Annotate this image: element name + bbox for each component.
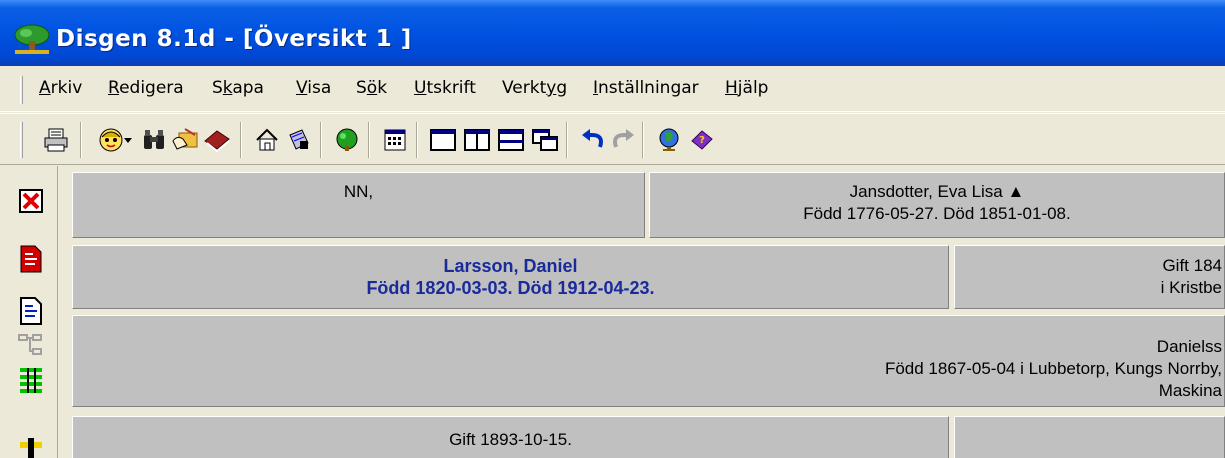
disgen-tree-icon xyxy=(14,24,50,54)
person-box-mother-of-father[interactable]: Jansdotter, Eva Lisa ▲ Född 1776-05-27. … xyxy=(649,172,1225,238)
calendar-icon[interactable] xyxy=(380,125,410,155)
book-icon[interactable] xyxy=(202,125,232,155)
toolbar-separator xyxy=(566,122,568,158)
hand-folder-icon[interactable] xyxy=(170,125,200,155)
two-column-icon[interactable] xyxy=(462,125,492,155)
marriage-box-child[interactable]: Gift 1893-10-15. xyxy=(72,416,949,458)
binoculars-icon[interactable] xyxy=(139,125,169,155)
window-title: Disgen 8.1d - [Översikt 1 ] xyxy=(56,26,412,52)
yellow-cross-icon[interactable] xyxy=(16,434,46,458)
toolbar-separator xyxy=(240,122,242,158)
toolbar-separator xyxy=(416,122,418,158)
two-row-icon[interactable] xyxy=(496,125,526,155)
menu-utskrift[interactable]: Utskrift xyxy=(414,78,476,98)
person-dates: Född 1776-05-27. Död 1851-01-08. xyxy=(803,204,1071,223)
person-birth: Född 1867-05-04 i Lubbetorp, Kungs Norrb… xyxy=(884,359,1222,378)
green-tree-icon[interactable] xyxy=(332,125,362,155)
menu-arkiv[interactable]: Arkiv xyxy=(39,78,82,98)
person-occupation: Maskina xyxy=(1158,381,1222,400)
person-name: Danielss xyxy=(1156,337,1222,356)
left-toolbar xyxy=(0,166,58,458)
person-box-child[interactable]: Danielss Född 1867-05-04 i Lubbetorp, Ku… xyxy=(72,315,1225,407)
person-name: Larsson, Daniel xyxy=(443,256,578,276)
marriage-date: Gift 1893-10-15. xyxy=(449,430,572,449)
toolbar-separator xyxy=(320,122,322,158)
menu-visa[interactable]: Visa xyxy=(296,78,331,98)
menu-grip[interactable] xyxy=(20,76,23,104)
home-icon[interactable] xyxy=(252,125,282,155)
menu-sok[interactable]: Sök xyxy=(356,78,387,98)
marriage-place: i Kristbe xyxy=(1160,278,1222,297)
tree-chart-icon xyxy=(16,330,46,360)
title-bar[interactable]: Disgen 8.1d - [Översikt 1 ] xyxy=(0,0,1225,66)
green-list-icon[interactable] xyxy=(16,366,46,396)
blue-document-icon[interactable] xyxy=(16,296,46,326)
close-red-x-icon[interactable] xyxy=(16,186,46,216)
person-name: Jansdotter, Eva Lisa ▲ xyxy=(849,182,1025,201)
notebook-icon[interactable] xyxy=(284,125,314,155)
red-document-icon[interactable] xyxy=(16,244,46,274)
person-dates: Född 1820-03-03. Död 1912-04-23. xyxy=(366,278,655,298)
help-book-icon[interactable]: ? xyxy=(686,125,716,155)
menu-bar: Arkiv Redigera Skapa Visa Sök Utskrift V… xyxy=(0,66,1225,112)
cascade-window-icon[interactable] xyxy=(530,125,560,155)
single-window-icon[interactable] xyxy=(428,125,458,155)
marriage-box[interactable]: Gift 184 i Kristbe xyxy=(954,245,1225,309)
svg-text:?: ? xyxy=(699,135,705,146)
dropdown-arrow-icon[interactable] xyxy=(121,125,135,155)
overview-panel: NN, Jansdotter, Eva Lisa ▲ Född 1776-05-… xyxy=(58,166,1225,458)
globe-icon[interactable] xyxy=(654,125,684,155)
app-window: Disgen 8.1d - [Översikt 1 ] Arkiv Redige… xyxy=(0,0,1225,458)
person-box-father-of-father[interactable]: NN, xyxy=(72,172,645,238)
toolbar-separator xyxy=(642,122,644,158)
menu-installningar[interactable]: Inställningar xyxy=(593,78,699,98)
person-box-father[interactable]: Larsson, Daniel Född 1820-03-03. Död 191… xyxy=(72,245,949,309)
toolbar: ? xyxy=(0,113,1225,165)
toolbar-separator xyxy=(368,122,370,158)
menu-verktyg[interactable]: Verktyg xyxy=(502,78,567,98)
toolbar-grip[interactable] xyxy=(20,122,23,158)
menu-redigera[interactable]: Redigera xyxy=(108,78,184,98)
undo-icon[interactable] xyxy=(578,125,608,155)
menu-hjalp[interactable]: Hjälp xyxy=(725,78,768,98)
printer-icon[interactable] xyxy=(41,125,71,155)
redo-icon xyxy=(608,125,638,155)
menu-skapa[interactable]: Skapa xyxy=(212,78,264,98)
spouse-box[interactable] xyxy=(954,416,1225,458)
person-name: NN, xyxy=(343,182,374,201)
toolbar-separator xyxy=(80,122,82,158)
marriage-date: Gift 184 xyxy=(1162,256,1222,275)
